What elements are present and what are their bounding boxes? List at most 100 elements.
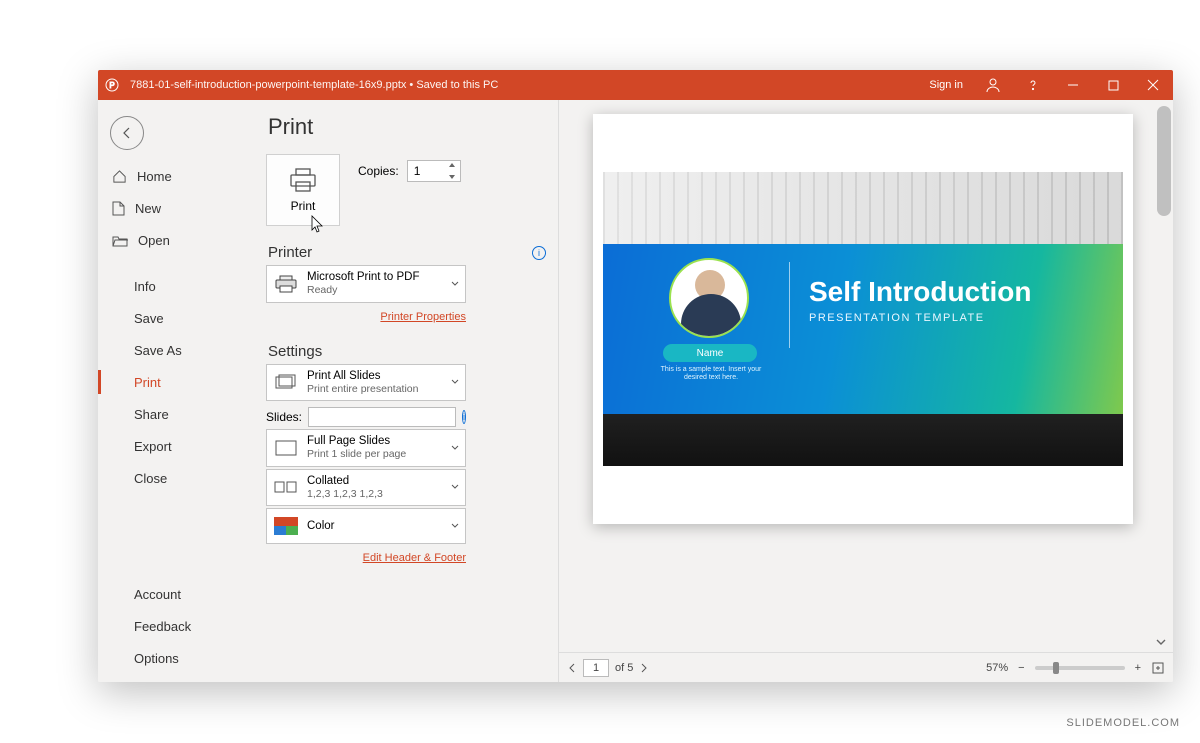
- zoom-out-button[interactable]: −: [1014, 662, 1028, 674]
- app-window: P 7881-01-self-introduction-powerpoint-t…: [98, 70, 1173, 682]
- next-page-button[interactable]: [639, 663, 649, 673]
- divider-line: [789, 262, 790, 348]
- minimize-button[interactable]: [1053, 70, 1093, 100]
- maximize-button[interactable]: [1093, 70, 1133, 100]
- nav-label: Feedback: [134, 619, 191, 634]
- help-icon[interactable]: [1013, 70, 1053, 100]
- printer-icon: [288, 167, 318, 193]
- slide-preview: Name This is a sample text. Insert your …: [603, 172, 1123, 466]
- close-button[interactable]: [1133, 70, 1173, 100]
- preview-viewport[interactable]: Name This is a sample text. Insert your …: [559, 100, 1173, 652]
- back-button[interactable]: [110, 116, 144, 150]
- chevron-down-icon: [451, 378, 459, 386]
- nav-account[interactable]: Account: [98, 578, 248, 610]
- backstage-sidebar: Home New Open Info Save Save As Print Sh…: [98, 100, 248, 682]
- print-scope-dropdown[interactable]: Print All Slides Print entire presentati…: [266, 364, 466, 402]
- home-icon: [112, 169, 127, 184]
- nav-label: Share: [134, 407, 169, 422]
- sample-text: This is a sample text. Insert your desir…: [651, 366, 771, 383]
- zoom-level: 57%: [986, 662, 1008, 674]
- scroll-down-icon[interactable]: [1155, 636, 1167, 648]
- prev-page-button[interactable]: [567, 663, 577, 673]
- nav-print[interactable]: Print: [98, 366, 248, 398]
- nav-label: Print: [134, 375, 161, 390]
- nav-label: New: [135, 201, 161, 216]
- collate-icon: [273, 476, 299, 498]
- zoom-in-button[interactable]: +: [1131, 662, 1145, 674]
- nav-label: Save: [134, 311, 164, 326]
- layout-sub-label: Print 1 slide per page: [307, 448, 406, 461]
- nav-export[interactable]: Export: [98, 430, 248, 462]
- chevron-down-icon: [451, 444, 459, 452]
- collate-main-label: Collated: [307, 474, 383, 488]
- printer-heading: Printer i: [268, 244, 548, 261]
- printer-info-icon[interactable]: i: [532, 246, 546, 260]
- slide-subtitle: PRESENTATION TEMPLATE: [809, 312, 985, 324]
- nav-feedback[interactable]: Feedback: [98, 610, 248, 642]
- printer-dropdown[interactable]: Microsoft Print to PDF Ready: [266, 265, 466, 303]
- edit-header-footer-link[interactable]: Edit Header & Footer: [363, 552, 466, 564]
- preview-panel: Name This is a sample text. Insert your …: [558, 100, 1173, 682]
- chevron-down-icon: [451, 280, 459, 288]
- layout-main-label: Full Page Slides: [307, 434, 406, 448]
- color-label: Color: [307, 519, 334, 533]
- nav-label: Account: [134, 587, 181, 602]
- account-icon[interactable]: [973, 70, 1013, 100]
- nav-label: Home: [137, 169, 172, 184]
- zoom-slider[interactable]: [1035, 666, 1125, 670]
- nav-share[interactable]: Share: [98, 398, 248, 430]
- nav-home[interactable]: Home: [98, 160, 248, 192]
- cursor-icon: [311, 215, 325, 233]
- nav-label: Export: [134, 439, 172, 454]
- nav-saveas[interactable]: Save As: [98, 334, 248, 366]
- printer-device-icon: [273, 273, 299, 295]
- main-area: Print Print Copies: 1: [248, 100, 1173, 682]
- slides-stack-icon: [273, 371, 299, 393]
- nav-open[interactable]: Open: [98, 224, 248, 256]
- slides-range-label: Slides:: [266, 410, 302, 424]
- color-swatch-icon: [273, 515, 299, 537]
- folder-open-icon: [112, 234, 128, 247]
- document-icon: [112, 201, 125, 216]
- page-total-label: of 5: [615, 662, 633, 674]
- collate-dropdown[interactable]: Collated 1,2,3 1,2,3 1,2,3: [266, 469, 466, 507]
- printer-properties-link[interactable]: Printer Properties: [380, 311, 466, 323]
- fit-to-window-button[interactable]: [1151, 661, 1165, 675]
- nav-label: Options: [134, 651, 179, 666]
- layout-dropdown[interactable]: Full Page Slides Print 1 slide per page: [266, 429, 466, 467]
- nav-new[interactable]: New: [98, 192, 248, 224]
- color-dropdown[interactable]: Color: [266, 508, 466, 544]
- nav-label: Close: [134, 471, 167, 486]
- scope-sub-label: Print entire presentation: [307, 383, 418, 396]
- fullpage-icon: [273, 437, 299, 459]
- scope-main-label: Print All Slides: [307, 369, 418, 383]
- slides-range-input[interactable]: [308, 407, 456, 427]
- vertical-scrollbar[interactable]: [1157, 106, 1171, 216]
- signin-link[interactable]: Sign in: [929, 79, 963, 91]
- svg-text:P: P: [109, 81, 114, 90]
- collate-sub-label: 1,2,3 1,2,3 1,2,3: [307, 488, 383, 501]
- avatar: [669, 258, 749, 338]
- copies-spinner[interactable]: [448, 162, 458, 180]
- preview-statusbar: 1 of 5 57% − +: [559, 652, 1173, 682]
- name-pill: Name: [663, 344, 757, 362]
- print-button[interactable]: Print: [266, 154, 340, 226]
- document-title: 7881-01-self-introduction-powerpoint-tem…: [130, 79, 498, 91]
- printer-name: Microsoft Print to PDF: [307, 270, 419, 284]
- nav-options[interactable]: Options: [98, 642, 248, 674]
- nav-info[interactable]: Info: [98, 270, 248, 302]
- copies-input[interactable]: 1: [407, 160, 461, 182]
- nav-save[interactable]: Save: [98, 302, 248, 334]
- nav-close[interactable]: Close: [98, 462, 248, 494]
- titlebar: P 7881-01-self-introduction-powerpoint-t…: [98, 70, 1173, 100]
- nav-label: Save As: [134, 343, 182, 358]
- preview-page: Name This is a sample text. Insert your …: [593, 114, 1133, 524]
- page-number-input[interactable]: 1: [583, 659, 609, 677]
- printer-status: Ready: [307, 284, 419, 297]
- copies-value: 1: [414, 164, 421, 178]
- chevron-down-icon: [451, 483, 459, 491]
- watermark: SLIDEMODEL.COM: [1066, 717, 1180, 729]
- nav-label: Open: [138, 233, 170, 248]
- print-settings-panel: Print Print Copies: 1: [248, 100, 558, 682]
- slides-info-icon[interactable]: i: [462, 410, 466, 424]
